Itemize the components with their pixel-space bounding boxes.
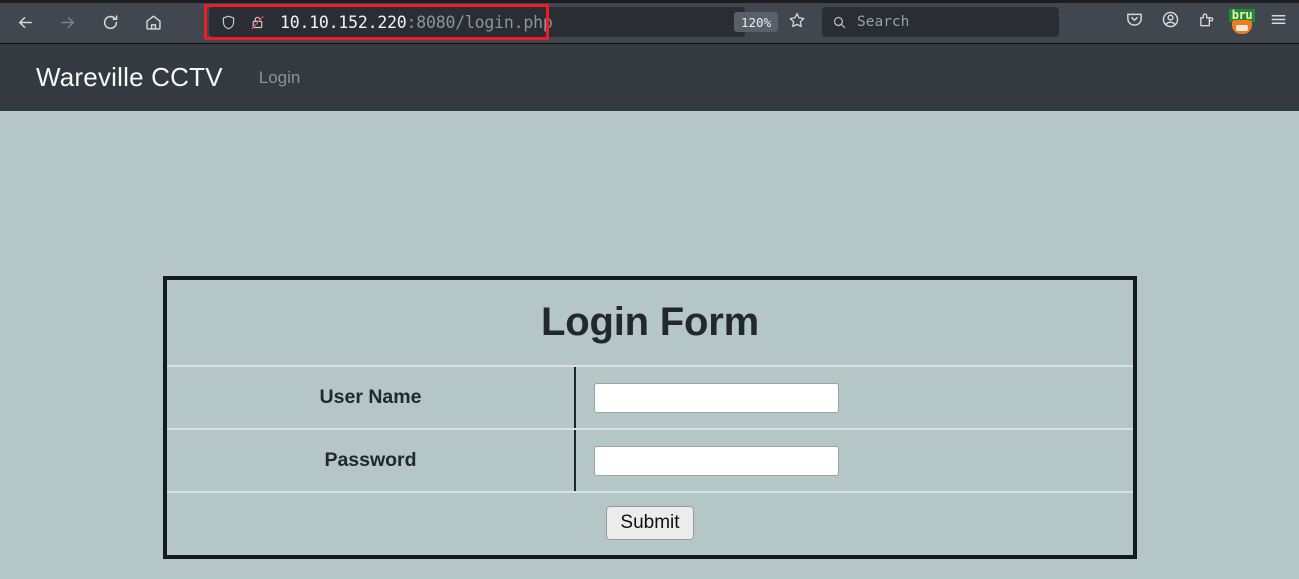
app-menu-button[interactable] xyxy=(1263,7,1293,37)
password-label: Password xyxy=(167,430,576,491)
back-button[interactable] xyxy=(10,7,40,37)
page-viewport: Wareville CCTV Login Login Form User Nam… xyxy=(0,44,1299,579)
password-input[interactable] xyxy=(594,445,839,476)
star-icon xyxy=(788,11,806,34)
username-input[interactable] xyxy=(594,382,839,413)
home-icon xyxy=(144,13,163,32)
browser-tabstrip-edge xyxy=(0,0,1299,3)
reload-button[interactable] xyxy=(95,7,125,37)
form-row-password: Password xyxy=(167,430,1133,493)
url-path: :8080/login.php xyxy=(406,12,553,32)
pocket-icon xyxy=(1125,10,1144,34)
search-box[interactable]: Search xyxy=(822,7,1059,37)
form-row-username: User Name xyxy=(167,367,1133,430)
search-icon xyxy=(832,15,847,30)
extensions-button[interactable] xyxy=(1191,7,1221,37)
lock-crossed-out-icon[interactable] xyxy=(249,14,266,31)
arrow-left-icon xyxy=(16,13,35,32)
search-input[interactable]: Search xyxy=(857,14,909,30)
username-label: User Name xyxy=(167,367,576,428)
username-input-cell xyxy=(576,367,1133,428)
form-row-submit: Submit xyxy=(167,493,1133,553)
password-input-cell xyxy=(576,430,1133,491)
browser-toolbar: 10.10.152.220:8080/login.php 120% Search xyxy=(0,0,1299,44)
account-button[interactable] xyxy=(1155,7,1185,37)
bookmark-star-button[interactable] xyxy=(782,7,812,37)
bruno-extension-button[interactable]: bru xyxy=(1227,7,1257,37)
login-form-card: Login Form User Name Password Submit xyxy=(163,276,1137,559)
forward-button[interactable] xyxy=(52,7,82,37)
navbar-link-login[interactable]: Login xyxy=(259,68,301,88)
login-form-title: Login Form xyxy=(167,280,1133,367)
url-host: 10.10.152.220 xyxy=(280,12,407,32)
hamburger-menu-icon xyxy=(1269,10,1288,34)
extensions-puzzle-icon xyxy=(1197,10,1216,34)
url-text[interactable]: 10.10.152.220:8080/login.php xyxy=(280,13,553,32)
zoom-level-badge[interactable]: 120% xyxy=(734,12,779,32)
url-bar[interactable]: 10.10.152.220:8080/login.php xyxy=(209,7,745,37)
bruno-icon: bru xyxy=(1229,9,1255,35)
pocket-button[interactable] xyxy=(1119,7,1149,37)
navbar-brand[interactable]: Wareville CCTV xyxy=(36,62,223,93)
site-navbar: Wareville CCTV Login xyxy=(0,44,1299,111)
submit-button[interactable]: Submit xyxy=(606,506,694,540)
bruno-icon-face xyxy=(1236,25,1248,31)
shield-icon[interactable] xyxy=(220,14,237,31)
arrow-right-icon xyxy=(58,13,77,32)
home-button[interactable] xyxy=(138,7,168,37)
account-circle-icon xyxy=(1161,10,1180,34)
reload-icon xyxy=(101,13,120,32)
